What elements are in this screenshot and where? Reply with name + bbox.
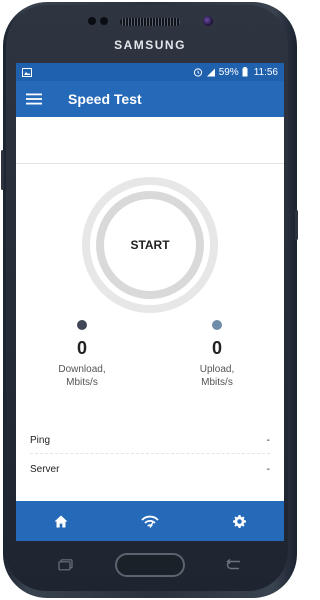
- recent-apps-icon[interactable]: [58, 559, 74, 571]
- server-label: Server: [30, 463, 60, 475]
- ping-row: Ping -: [30, 428, 270, 454]
- start-label: START: [130, 238, 170, 252]
- upload-metric: 0 Upload, Mbits/s: [177, 320, 257, 389]
- hamburger-menu-icon[interactable]: [26, 93, 42, 105]
- alarm-icon: [193, 68, 202, 77]
- power-button: [295, 210, 298, 240]
- ping-value: -: [266, 435, 270, 446]
- volume-button: [1, 150, 4, 190]
- wifi-icon[interactable]: [140, 511, 160, 531]
- speed-gauge[interactable]: START: [82, 177, 218, 313]
- divider: [16, 163, 284, 164]
- back-icon[interactable]: [226, 559, 242, 571]
- battery-percent: 59%: [218, 66, 239, 78]
- brand-logo: SAMSUNG: [114, 38, 186, 52]
- light-sensor: [100, 17, 108, 25]
- download-value: 0: [76, 338, 87, 358]
- screen: 59% 11:56 Speed Test START 0 Download, M…: [16, 63, 284, 541]
- server-value: -: [266, 463, 270, 475]
- app-bar: Speed Test: [16, 81, 284, 117]
- upload-label: Upload, Mbits/s: [199, 364, 235, 388]
- battery-icon: [242, 67, 248, 77]
- home-button[interactable]: [115, 553, 185, 577]
- status-bar: 59% 11:56: [16, 63, 284, 81]
- app-title: Speed Test: [68, 91, 142, 107]
- upload-value: 0: [211, 338, 222, 358]
- start-button[interactable]: START: [104, 199, 196, 291]
- earpiece-speaker: [120, 18, 180, 26]
- upload-dot: [212, 320, 222, 330]
- ping-label: Ping: [30, 435, 51, 446]
- server-row: Server -: [30, 456, 270, 482]
- home-icon[interactable]: [51, 511, 71, 531]
- download-metric: 0 Download, Mbits/s: [42, 320, 122, 389]
- main-content: START 0 Download, Mbits/s 0 Upload, Mbit…: [16, 117, 284, 487]
- download-dot: [77, 320, 87, 330]
- download-label: Download, Mbits/s: [58, 364, 106, 388]
- settings-gear-icon[interactable]: [229, 511, 249, 531]
- bottom-nav: [16, 501, 284, 541]
- image-icon: [22, 67, 32, 77]
- signal-icon: [206, 68, 215, 76]
- proximity-sensor: [88, 17, 96, 25]
- status-time: 11:56: [253, 66, 278, 78]
- front-camera: [203, 16, 213, 26]
